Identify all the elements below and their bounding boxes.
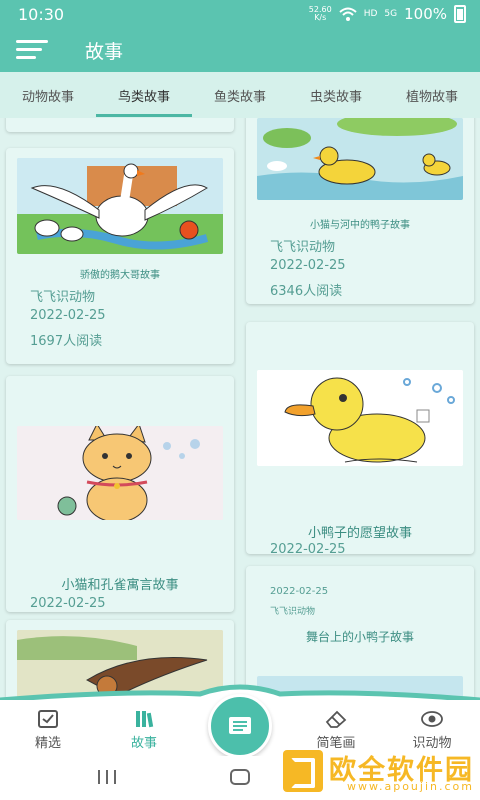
recent-apps-icon[interactable] (98, 770, 116, 784)
battery-icon (454, 5, 466, 23)
story-reads: 6346人阅读 (270, 284, 343, 299)
story-reads: 1697人阅读 (30, 334, 103, 349)
signal-icon: 5G (384, 9, 398, 19)
featured-icon (38, 710, 58, 728)
story-card[interactable]: 小鸭子的愿望故事 2022-02-25 (246, 322, 474, 554)
story-date: 2022-02-25 (30, 596, 106, 611)
nav-stories-label: 故事 (130, 736, 157, 751)
story-title: 骄傲的鹅大哥故事 (80, 270, 160, 281)
site-watermark: 欧全软件园 www.apoujin.com (283, 746, 477, 798)
home-icon[interactable] (230, 769, 250, 785)
status-bar: 10:30 52.60 K/s HD 5G 100% (0, 0, 480, 28)
story-title: 小猫和孔雀寓言故事 (61, 578, 179, 593)
tab-active-indicator (96, 114, 192, 117)
nav-drawing[interactable]: 简笔画 (300, 708, 372, 751)
story-title: 小猫与河中的鸭子故事 (310, 220, 410, 231)
wifi-icon (339, 7, 357, 21)
story-title: 舞台上的小鸭子故事 (305, 630, 414, 644)
status-indicators: 52.60 K/s HD 5G 100% (309, 5, 466, 23)
status-time: 10:30 (18, 5, 65, 24)
story-author: 飞飞识动物 (270, 240, 336, 255)
nav-stories[interactable]: 故事 (108, 708, 180, 751)
story-date: 2022-02-25 (270, 258, 346, 273)
nav-animals[interactable]: 识动物 (396, 708, 468, 751)
story-card[interactable]: 小猫和孔雀寓言故事 2022-02-25 (6, 376, 234, 612)
app-bar: 故事 (0, 28, 480, 72)
battery-percent: 100% (404, 5, 447, 23)
story-author: 飞飞识动物 (270, 607, 316, 617)
center-read-button[interactable] (208, 694, 272, 758)
story-card[interactable]: 骄傲的鹅大哥故事 飞飞识动物 2022-02-25 1697人阅读 (6, 148, 234, 364)
tab-plant-stories[interactable]: 植物故事 (384, 86, 480, 105)
tab-bird-stories[interactable]: 鸟类故事 (96, 86, 192, 105)
story-image-goose (17, 158, 223, 254)
story-card[interactable]: 小猫与河中的鸭子故事 飞飞识动物 2022-02-25 6346人阅读 (246, 118, 474, 304)
story-card-partial[interactable] (6, 118, 234, 132)
story-image-cat (17, 426, 223, 520)
story-image-duck-river (257, 118, 463, 200)
story-date: 2022-02-25 (270, 586, 329, 597)
books-icon (136, 711, 154, 728)
story-date: 2022-02-25 (270, 542, 346, 554)
story-grid[interactable]: 骄傲的鹅大哥故事 飞飞识动物 2022-02-25 1697人阅读 小猫与河中的… (0, 118, 480, 700)
story-date: 2022-02-25 (30, 308, 106, 323)
story-author: 飞飞识动物 (30, 290, 96, 305)
tab-insect-stories[interactable]: 虫类故事 (288, 86, 384, 105)
nav-featured-label: 精选 (34, 736, 61, 751)
category-tabs: 动物故事 鸟类故事 鱼类故事 虫类故事 植物故事 (0, 72, 480, 118)
watermark-url: www.apoujin.com (347, 780, 474, 793)
watermark-logo-icon (283, 750, 323, 792)
network-speed: 52.60 K/s (308, 5, 332, 22)
eraser-icon (325, 710, 347, 728)
page-title: 故事 (85, 41, 124, 63)
open-book-icon (229, 717, 251, 734)
tab-fish-stories[interactable]: 鱼类故事 (192, 86, 288, 105)
story-image-duckling (257, 370, 463, 466)
hd-indicator: HD (363, 9, 378, 19)
eye-icon (421, 711, 443, 727)
menu-icon[interactable] (16, 40, 48, 60)
nav-featured[interactable]: 精选 (12, 708, 84, 751)
story-title: 小鸭子的愿望故事 (307, 526, 412, 541)
tab-animal-stories[interactable]: 动物故事 (0, 86, 96, 105)
